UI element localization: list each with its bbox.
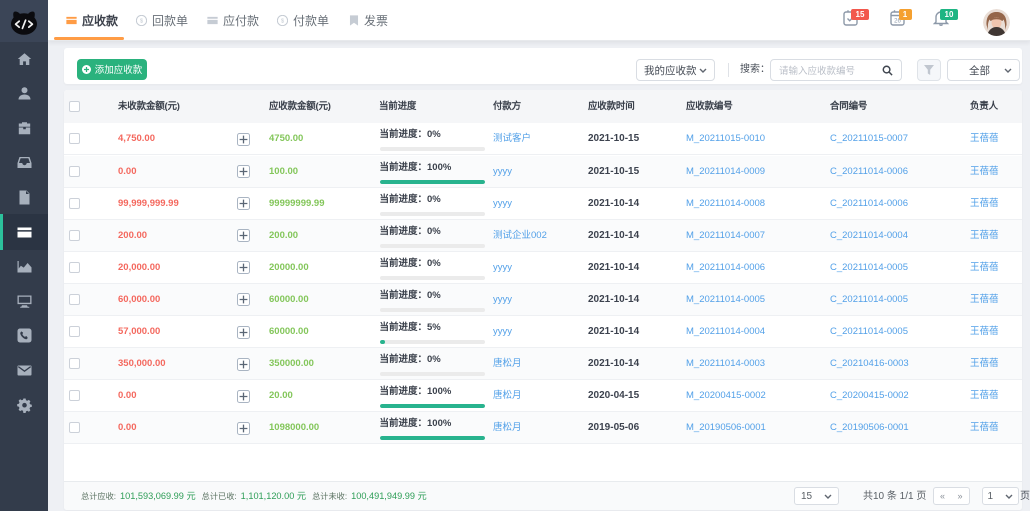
svg-text:$: $: [140, 18, 144, 24]
svg-text:$: $: [281, 18, 285, 24]
